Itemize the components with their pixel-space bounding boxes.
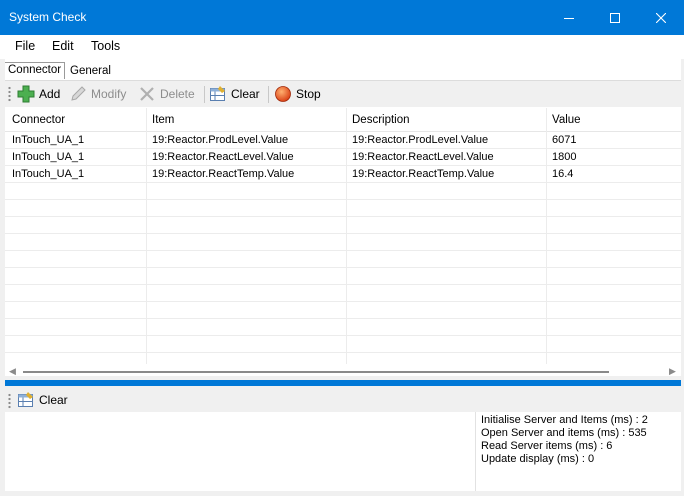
- tab-general[interactable]: General: [67, 64, 114, 81]
- log-toolbar: Clear: [5, 388, 681, 412]
- cell-item: 19:Reactor.ReactLevel.Value: [152, 151, 294, 163]
- empty-row[interactable]: [5, 285, 681, 302]
- log-clear-label: Clear: [39, 393, 68, 407]
- empty-row[interactable]: [5, 251, 681, 268]
- empty-row[interactable]: [5, 319, 681, 336]
- items-grid: Connector Item Description Value InTouch…: [5, 108, 681, 376]
- cell-value: 1800: [552, 151, 577, 163]
- empty-row[interactable]: [5, 268, 681, 285]
- toolbar-separator: [204, 86, 205, 103]
- empty-row[interactable]: [5, 234, 681, 251]
- cell-value: 6071: [552, 134, 577, 146]
- stop-button[interactable]: Stop: [273, 84, 321, 104]
- clear-button[interactable]: Clear: [208, 84, 260, 104]
- plus-icon: [16, 84, 36, 104]
- title-bar: System Check: [0, 0, 684, 35]
- toolbar-grip[interactable]: [8, 86, 11, 102]
- stat-initialise: Initialise Server and Items (ms) : 2: [481, 414, 648, 426]
- cell-connector: InTouch_UA_1: [12, 151, 85, 163]
- delete-button[interactable]: Delete: [137, 84, 195, 104]
- tab-strip: Connector General: [0, 59, 684, 81]
- cell-description: 19:Reactor.ReactTemp.Value: [352, 168, 495, 180]
- cell-connector: InTouch_UA_1: [12, 168, 85, 180]
- column-header-connector[interactable]: Connector: [12, 114, 65, 126]
- window-title: System Check: [9, 10, 87, 24]
- empty-row[interactable]: [5, 183, 681, 200]
- stop-icon: [273, 84, 293, 104]
- menu-file[interactable]: File: [15, 39, 35, 53]
- add-button[interactable]: Add: [16, 84, 60, 104]
- menu-tools[interactable]: Tools: [91, 39, 120, 53]
- clear-table-icon: [208, 84, 228, 104]
- column-header-item[interactable]: Item: [152, 114, 174, 126]
- minimize-button[interactable]: [546, 0, 592, 35]
- scrollbar-thumb[interactable]: [23, 371, 609, 373]
- add-label: Add: [39, 87, 61, 101]
- table-row[interactable]: InTouch_UA_1 19:Reactor.ReactLevel.Value 1…: [5, 149, 681, 166]
- pencil-icon: [68, 84, 88, 104]
- cell-connector: InTouch_UA_1: [12, 134, 85, 146]
- toolbar-separator: [268, 86, 269, 103]
- menu-bar: File Edit Tools: [0, 35, 684, 59]
- maximize-icon: [610, 12, 620, 23]
- menu-edit[interactable]: Edit: [52, 39, 74, 53]
- column-header-description[interactable]: Description: [352, 114, 410, 126]
- stat-update-display: Update display (ms) : 0: [481, 453, 595, 465]
- log-pane[interactable]: [5, 412, 476, 491]
- cell-description: 19:Reactor.ProdLevel.Value: [352, 134, 489, 146]
- cell-description: 19:Reactor.ReactLevel.Value: [352, 151, 494, 163]
- cell-item: 19:Reactor.ReactTemp.Value: [152, 168, 295, 180]
- frame-bottom: [0, 491, 684, 496]
- table-row[interactable]: InTouch_UA_1 19:Reactor.ProdLevel.Value 19…: [5, 132, 681, 149]
- empty-row[interactable]: [5, 302, 681, 319]
- stat-read-items: Read Server items (ms) : 6: [481, 440, 613, 452]
- close-icon: [656, 12, 666, 23]
- connector-toolbar: Add Modify Delete Clear Stop: [5, 81, 681, 107]
- column-header-value[interactable]: Value: [552, 114, 581, 126]
- clear-table-icon: [16, 390, 36, 410]
- timing-stats-pane: Initialise Server and Items (ms) : 2 Ope…: [478, 412, 681, 491]
- delete-x-icon: [137, 84, 157, 104]
- minimize-icon: [564, 17, 574, 19]
- maximize-button[interactable]: [592, 0, 638, 35]
- delete-label: Delete: [160, 87, 195, 101]
- empty-row[interactable]: [5, 200, 681, 217]
- cell-value: 16.4: [552, 168, 574, 180]
- modify-button[interactable]: Modify: [68, 84, 126, 104]
- cell-item: 19:Reactor.ProdLevel.Value: [152, 134, 289, 146]
- grid-header: Connector Item Description Value: [5, 108, 681, 132]
- tab-connector[interactable]: Connector: [4, 62, 66, 79]
- modify-label: Modify: [91, 87, 127, 101]
- empty-row[interactable]: [5, 336, 681, 353]
- stop-label: Stop: [296, 87, 321, 101]
- close-button[interactable]: [638, 0, 684, 35]
- table-row[interactable]: InTouch_UA_1 19:Reactor.ReactTemp.Value 19…: [5, 166, 681, 183]
- toolbar-grip[interactable]: [8, 393, 11, 409]
- empty-row[interactable]: [5, 217, 681, 234]
- stat-open-server: Open Server and items (ms) : 535: [481, 427, 647, 439]
- clear-label: Clear: [231, 87, 260, 101]
- log-clear-button[interactable]: Clear: [16, 390, 68, 410]
